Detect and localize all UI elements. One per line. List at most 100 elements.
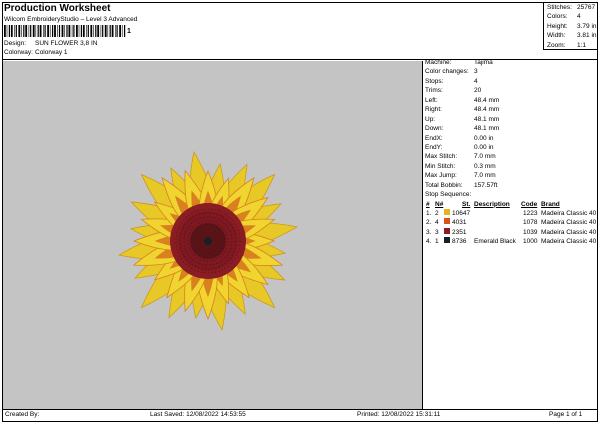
stat-zoom: Zoom: 1:1: [547, 41, 587, 49]
info-value: 7.0 mm: [474, 172, 496, 180]
color-swatch: [444, 209, 450, 215]
stop-code: 1039: [523, 228, 538, 236]
info-label: Stops:: [425, 77, 444, 85]
machine-info-panel: Machine: Tajima Color changes: 3 Stops: 4 Trim…: [425, 58, 597, 247]
stop-stitches: 10647: [452, 210, 471, 217]
info-row: Max Jump: 7.0 mm: [425, 171, 597, 180]
stop-brand: Madeira Classic 40: [541, 210, 597, 217]
software-subtitle: Wilcom EmbroideryStudio – Level 3 Advanc…: [4, 16, 138, 23]
info-label: EndY:: [425, 143, 443, 151]
stop-num: 1.: [426, 210, 432, 217]
info-value: 48.4 mm: [474, 106, 500, 114]
sunflower-image: [118, 151, 298, 331]
stop-row: 4. 1 8736 Emerald Black 1000 Madeira Classic …: [425, 237, 597, 246]
stat-colors: Colors: 4: [547, 13, 581, 21]
info-row: EndY: 0.00 in: [425, 143, 597, 152]
colorway-label: Colorway:: [4, 49, 33, 56]
info-value: 7.0 mm: [474, 153, 496, 161]
info-row: Machine: Tajima: [425, 58, 597, 67]
info-row: Max Stitch: 7.0 mm: [425, 152, 597, 161]
info-row: Trims: 20: [425, 86, 597, 95]
stop-brand: Madeira Classic 40: [541, 228, 597, 236]
info-value: Tajima: [474, 59, 493, 66]
color-swatch: [444, 237, 450, 244]
stop-stitches: 2351: [452, 228, 467, 236]
stop-description: Emerald Black: [474, 238, 516, 246]
info-value: 20: [474, 87, 482, 95]
stop-brand: Madeira Classic 40: [541, 219, 597, 227]
colorway-value: Colorway 1: [35, 49, 68, 56]
info-label: Down:: [425, 125, 444, 133]
col-code: Code: [521, 200, 538, 208]
info-value: 157.57ft: [474, 181, 498, 189]
colorway-row: Colorway: Colorway 1: [4, 49, 68, 56]
info-value: 3: [474, 68, 478, 76]
info-value: 48.4 mm: [474, 96, 500, 104]
col-num: #: [426, 200, 430, 208]
stats-box: Stitches: 25767 Colors: 4 Height: 3.79 in W…: [543, 2, 598, 50]
col-n: N#: [435, 200, 444, 208]
info-label: Min Stitch:: [425, 162, 456, 170]
info-row: Down: 48.1 mm: [425, 124, 597, 133]
stat-width: Width: 3.81 in: [547, 32, 597, 40]
info-value: 48.1 mm: [474, 115, 500, 123]
info-row: Min Stitch: 0.3 mm: [425, 162, 597, 171]
col-st: St.: [462, 200, 471, 208]
footer-divider: [2, 409, 598, 410]
stop-sequence-title: Stop Sequence:: [425, 191, 472, 199]
info-value: 0.3 mm: [474, 162, 496, 170]
design-label: Design:: [4, 40, 27, 47]
info-label: Machine:: [425, 59, 452, 66]
info-row: Left: 48.4 mm: [425, 96, 597, 105]
stop-sequence-header: # N# St. Description Code Brand: [425, 200, 597, 209]
design-value: SUN FLOWER 3,8 IN: [35, 40, 98, 47]
stop-num: 4.: [426, 238, 432, 246]
stop-row: 2. 4 4031 1078 Madeira Classic 40: [425, 218, 597, 227]
stop-row: 3. 3 2351 1039 Madeira Classic 40: [425, 227, 597, 237]
info-value: 0.00 in: [474, 143, 494, 151]
created-by: Created By:: [5, 411, 40, 418]
stop-stitches: 4031: [452, 219, 467, 227]
stop-code: 1223: [523, 210, 538, 217]
info-label: Total Bobbin:: [425, 181, 463, 189]
stop-needle: 2: [435, 210, 439, 217]
info-label: Color changes:: [425, 68, 469, 76]
color-swatch: [444, 227, 450, 234]
info-label: Right:: [425, 106, 442, 114]
design-preview: [3, 61, 423, 409]
info-value: 48.1 mm: [474, 125, 500, 133]
stop-needle: 3: [435, 228, 439, 236]
worksheet-title: Production Worksheet: [4, 3, 111, 14]
stop-num: 2.: [426, 219, 432, 227]
stop-stitches: 8736: [452, 238, 467, 246]
info-label: Up:: [425, 115, 436, 123]
design-row: Design: SUN FLOWER 3,8 IN: [4, 40, 97, 47]
stop-row: 1. 2 10647 1223 Madeira Classic 40: [425, 209, 597, 218]
last-saved: Last Saved: 12/08/2022 14:53:55: [150, 411, 246, 418]
info-row: Color changes: 3: [425, 67, 597, 76]
info-label: Max Jump:: [425, 172, 457, 180]
stop-needle: 4: [435, 219, 439, 227]
stop-brand: Madeira Classic 40: [541, 238, 597, 246]
stop-code: 1078: [523, 219, 538, 227]
barcode: [4, 25, 126, 37]
info-label: Max Stitch:: [425, 153, 458, 161]
info-row: Right: 48.4 mm: [425, 105, 597, 114]
stat-stitches: Stitches: 25767: [547, 4, 596, 11]
info-row: EndX: 0.00 in: [425, 134, 597, 143]
printed-date: Printed: 12/08/2022 15:31:11: [357, 411, 441, 418]
info-row: Stops: 4: [425, 77, 597, 86]
info-value: 4: [474, 77, 478, 85]
page-number: Page 1 of 1: [549, 411, 583, 418]
col-brand: Brand: [541, 200, 560, 208]
col-description: Description: [474, 200, 510, 208]
color-swatch: [444, 218, 450, 225]
flower-center-dot: [204, 237, 212, 245]
barcode-number: 1: [127, 28, 131, 35]
stat-height: Height: 3.79 in: [547, 22, 597, 30]
info-label: EndX:: [425, 134, 443, 142]
stop-needle: 1: [435, 238, 439, 246]
info-row: Total Bobbin: 157.57ft: [425, 181, 597, 190]
stop-code: 1000: [523, 238, 538, 246]
info-label: Left:: [425, 96, 438, 104]
